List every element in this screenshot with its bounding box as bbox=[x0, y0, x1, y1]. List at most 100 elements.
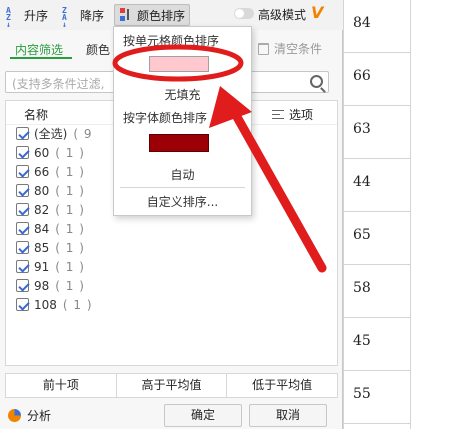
color-sort-icon bbox=[119, 7, 133, 23]
checkbox-checked[interactable] bbox=[16, 146, 29, 159]
list-item-label: 98 bbox=[34, 278, 50, 293]
auto-color-option[interactable]: 自动 bbox=[114, 166, 251, 183]
checkbox-checked[interactable] bbox=[16, 222, 29, 235]
wps-v-icon[interactable]: V bbox=[311, 3, 323, 22]
grid-line bbox=[410, 0, 411, 429]
cell-value: 55 bbox=[353, 386, 371, 402]
cell-value: 65 bbox=[353, 227, 371, 243]
top-ten-button[interactable]: 前十项 bbox=[6, 374, 117, 397]
checkbox-checked[interactable] bbox=[16, 203, 29, 216]
advanced-mode-label: 高级模式 bbox=[258, 8, 307, 22]
trash-icon bbox=[258, 42, 269, 55]
list-item-label: 66 bbox=[34, 164, 50, 179]
checkbox-checked[interactable] bbox=[16, 165, 29, 178]
sheet-cell[interactable]: 63 bbox=[343, 106, 410, 159]
options-button[interactable]: 选项 bbox=[271, 106, 313, 123]
options-icon bbox=[271, 110, 284, 119]
search-placeholder: (支持多条件过滤, bbox=[12, 77, 105, 91]
list-item-label: 84 bbox=[34, 221, 50, 236]
cell-value: 63 bbox=[353, 121, 371, 137]
sheet-cell[interactable]: 66 bbox=[343, 53, 410, 106]
list-item-label: 80 bbox=[34, 183, 50, 198]
column-name-label: 名称 bbox=[24, 108, 49, 122]
sort-descending-button[interactable]: Z A ↓ 降序 bbox=[62, 4, 105, 29]
sort-desc-icon: Z A ↓ bbox=[62, 6, 67, 29]
cell-value: 44 bbox=[353, 174, 371, 190]
list-item-label: (全选) bbox=[34, 127, 68, 141]
list-item[interactable]: 108 ( 1 ) bbox=[16, 295, 93, 314]
list-item-count: ( 1 ) bbox=[55, 202, 85, 217]
quick-filter-bar: 前十项 高于平均值 低于平均值 bbox=[5, 373, 338, 398]
cell-value: 58 bbox=[353, 280, 371, 296]
sheet-cell[interactable]: 65 bbox=[343, 212, 410, 265]
list-item[interactable]: 82 ( 1 ) bbox=[16, 200, 85, 219]
custom-sort-option[interactable]: 自定义排序... bbox=[114, 193, 251, 210]
sort-by-color-label: 颜色排序 bbox=[137, 8, 186, 23]
list-item-label: 108 bbox=[34, 297, 57, 312]
list-item-label: 60 bbox=[34, 145, 50, 160]
list-item-select-all[interactable]: (全选) ( 9 bbox=[16, 124, 93, 143]
sort-descending-label: 降序 bbox=[80, 8, 105, 23]
sheet-cell[interactable]: 58 bbox=[343, 265, 410, 318]
menu-separator bbox=[120, 187, 245, 188]
analysis-button[interactable]: 分析 bbox=[8, 407, 51, 424]
checkbox-checked[interactable] bbox=[16, 298, 29, 311]
sheet-cell[interactable]: 44 bbox=[343, 159, 410, 212]
sort-ascending-label: 升序 bbox=[24, 8, 49, 23]
font-color-swatch-dark-red[interactable] bbox=[149, 134, 209, 152]
list-item-count: ( 1 ) bbox=[55, 278, 85, 293]
cell-value: 66 bbox=[353, 68, 371, 84]
no-fill-option[interactable]: 无填充 bbox=[114, 86, 251, 103]
tab-content-filter[interactable]: 内容筛选 bbox=[15, 41, 63, 58]
sort-by-color-button[interactable]: 颜色排序 bbox=[114, 4, 191, 26]
cell-color-swatch-pink[interactable] bbox=[149, 56, 209, 72]
list-item[interactable]: 60 ( 1 ) bbox=[16, 143, 85, 162]
sheet-cell[interactable]: 55 bbox=[343, 371, 410, 424]
clear-conditions-label: 清空条件 bbox=[274, 42, 323, 56]
ok-button[interactable]: 确定 bbox=[164, 404, 242, 427]
cancel-button[interactable]: 取消 bbox=[249, 404, 327, 427]
checkbox-checked[interactable] bbox=[16, 279, 29, 292]
cell-color-sort-heading: 按单元格颜色排序 bbox=[123, 34, 220, 48]
list-item-count: ( 1 ) bbox=[55, 259, 85, 274]
spreadsheet-area: 84 66 63 44 65 58 45 55 bbox=[343, 0, 464, 429]
list-item-label: 82 bbox=[34, 202, 50, 217]
list-item-count: ( 1 ) bbox=[55, 221, 85, 236]
below-average-button[interactable]: 低于平均值 bbox=[227, 374, 337, 397]
checkbox-checked[interactable] bbox=[16, 260, 29, 273]
sort-ascending-button[interactable]: A Z ↓ 升序 bbox=[6, 4, 49, 29]
list-item-count: ( 1 ) bbox=[55, 183, 85, 198]
list-item[interactable]: 84 ( 1 ) bbox=[16, 219, 85, 238]
cell-value: 84 bbox=[353, 15, 371, 31]
color-sort-dropdown: 按单元格颜色排序 无填充 按字体颜色排序 自动 自定义排序... bbox=[113, 26, 252, 216]
tab-color-filter[interactable]: 颜色 bbox=[86, 41, 110, 58]
list-item-count: ( 1 ) bbox=[62, 297, 93, 312]
list-item-label: 85 bbox=[34, 240, 50, 255]
list-item-count: ( 1 ) bbox=[55, 240, 85, 255]
list-item[interactable]: 91 ( 1 ) bbox=[16, 257, 85, 276]
advanced-mode-toggle[interactable] bbox=[234, 8, 254, 19]
clear-conditions-button[interactable]: 清空条件 bbox=[258, 40, 322, 57]
checkbox-checked[interactable] bbox=[16, 241, 29, 254]
above-average-button[interactable]: 高于平均值 bbox=[117, 374, 228, 397]
sheet-cell[interactable]: 45 bbox=[343, 318, 410, 371]
list-item-count: ( 1 ) bbox=[55, 164, 85, 179]
analysis-label: 分析 bbox=[27, 409, 52, 423]
list-item-count: ( 1 ) bbox=[55, 145, 85, 160]
list-item-count: ( 9 bbox=[73, 126, 93, 141]
list-item-label: 91 bbox=[34, 259, 50, 274]
checkbox-checked[interactable] bbox=[16, 184, 29, 197]
cell-value: 45 bbox=[353, 333, 371, 349]
options-label: 选项 bbox=[288, 108, 313, 122]
list-item[interactable]: 66 ( 1 ) bbox=[16, 162, 85, 181]
checkbox-checked[interactable] bbox=[16, 127, 29, 140]
list-item[interactable]: 85 ( 1 ) bbox=[16, 238, 85, 257]
sheet-cell[interactable]: 84 bbox=[343, 0, 410, 53]
font-color-sort-heading: 按字体颜色排序 bbox=[123, 111, 208, 125]
search-icon[interactable] bbox=[310, 75, 323, 88]
sort-asc-icon: A Z ↓ bbox=[6, 6, 11, 29]
list-item[interactable]: 80 ( 1 ) bbox=[16, 181, 85, 200]
list-item[interactable]: 98 ( 1 ) bbox=[16, 276, 85, 295]
active-tab-indicator bbox=[10, 57, 72, 59]
pie-chart-icon bbox=[8, 409, 21, 422]
